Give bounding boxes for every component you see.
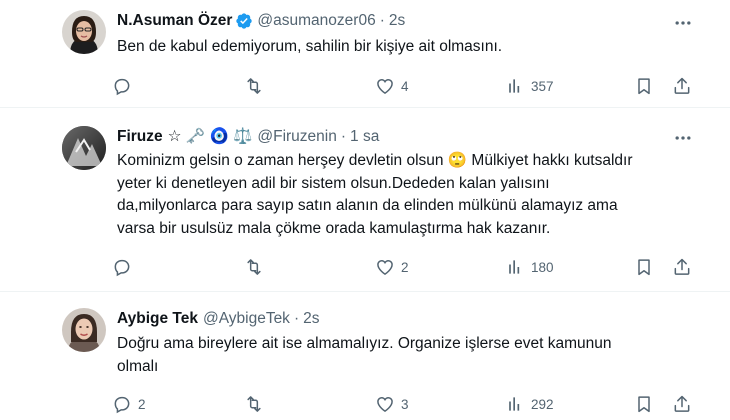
author-handle[interactable]: @Firuzenin xyxy=(257,128,336,146)
like-count: 4 xyxy=(401,78,409,94)
share-icon xyxy=(674,77,690,94)
tweet-text-line: Kominizm gelsin o zaman herşey devletin … xyxy=(117,152,633,169)
more-icon[interactable] xyxy=(672,12,694,34)
tweet-text-line: yeter ki denetleyen adil bir sistem olsu… xyxy=(117,174,550,192)
views-icon xyxy=(509,79,520,93)
views-button[interactable]: 292 xyxy=(505,392,554,416)
like-button[interactable]: 2 xyxy=(375,255,409,279)
share-icon xyxy=(674,395,690,412)
author-name[interactable]: Aybige Tek xyxy=(117,310,198,328)
like-button[interactable]: 3 xyxy=(375,392,409,416)
tweet-text-line: Ben de kabul edemiyorum, sahilin bir kiş… xyxy=(117,38,503,55)
bookmark-button[interactable] xyxy=(634,255,654,279)
reply-count: 2 xyxy=(138,396,146,412)
views-count: 292 xyxy=(531,396,554,412)
name-emojis: ☆ 🗝️ 🧿 ⚖️ xyxy=(167,128,253,145)
tweet-text: Doğru ama bireylere ait ise almamalıyız.… xyxy=(117,333,697,378)
more-icon[interactable] xyxy=(672,127,694,149)
tweet-2[interactable]: Firuze ☆ 🗝️ 🧿 ⚖️ @Firuzenin · 1 sa Komin… xyxy=(0,108,730,292)
retweet-icon xyxy=(247,259,261,275)
author-name[interactable]: Firuze xyxy=(117,128,163,146)
avatar[interactable] xyxy=(62,10,106,54)
share-icon xyxy=(674,258,690,275)
bookmark-icon xyxy=(638,396,650,413)
timestamp[interactable]: 2s xyxy=(303,310,319,328)
tweet-header: N.Asuman Özer @asumanozer06 · 2s xyxy=(117,12,405,30)
retweet-button[interactable] xyxy=(244,74,270,98)
tweet-actions: 4 357 xyxy=(112,74,697,98)
tweet-header: Firuze ☆ 🗝️ 🧿 ⚖️ @Firuzenin · 1 sa xyxy=(117,127,379,146)
retweet-icon xyxy=(247,78,261,94)
reply-icon xyxy=(114,396,130,414)
tweet-actions: 2 180 xyxy=(112,255,697,279)
like-button[interactable]: 4 xyxy=(375,74,409,98)
bookmark-button[interactable] xyxy=(634,392,654,416)
tweet-actions: 2 3 292 xyxy=(112,392,697,416)
author-name[interactable]: N.Asuman Özer xyxy=(117,12,232,30)
heart-icon xyxy=(377,259,393,275)
tweet-text-line: varsa bir usulsüz mala çökme orada kamul… xyxy=(117,219,551,237)
heart-icon xyxy=(377,396,393,412)
tweet-text-line: da,milyonlarca para sayıp satın alanın d… xyxy=(117,197,618,214)
like-count: 2 xyxy=(401,259,409,275)
retweet-button[interactable] xyxy=(244,392,270,416)
verified-badge-icon xyxy=(235,12,253,30)
views-icon xyxy=(509,397,520,411)
views-button[interactable]: 357 xyxy=(505,74,554,98)
reply-icon xyxy=(114,78,130,96)
bookmark-icon xyxy=(638,78,650,95)
avatar[interactable] xyxy=(62,308,106,352)
avatar[interactable] xyxy=(62,126,106,170)
tweet-text: Ben de kabul edemiyorum, sahilin bir kiş… xyxy=(117,36,697,59)
bookmark-button[interactable] xyxy=(634,74,654,98)
reply-button[interactable] xyxy=(112,74,138,98)
tweet-text-line: olmalı xyxy=(117,357,159,375)
bookmark-icon xyxy=(638,259,650,276)
timestamp[interactable]: 2s xyxy=(389,12,405,30)
like-count: 3 xyxy=(401,396,409,412)
reply-button[interactable] xyxy=(112,255,138,279)
reply-button[interactable]: 2 xyxy=(112,392,146,416)
views-icon xyxy=(509,260,520,274)
heart-icon xyxy=(377,78,393,94)
views-button[interactable]: 180 xyxy=(505,255,554,279)
retweet-icon xyxy=(247,396,261,412)
separator-dot: · xyxy=(340,127,347,145)
retweet-button[interactable] xyxy=(244,255,270,279)
share-button[interactable] xyxy=(672,255,692,279)
author-handle[interactable]: @AybigeTek xyxy=(203,310,290,328)
views-count: 357 xyxy=(531,78,554,94)
separator-dot: · xyxy=(379,12,385,29)
tweet-header: Aybige Tek @AybigeTek · 2s xyxy=(117,310,319,328)
timestamp[interactable]: 1 sa xyxy=(350,128,379,146)
views-count: 180 xyxy=(531,259,554,275)
share-button[interactable] xyxy=(672,392,692,416)
reply-icon xyxy=(114,259,130,277)
tweet-text-line: Doğru ama bireylere ait ise almamalıyız.… xyxy=(117,335,612,352)
tweet-1[interactable]: N.Asuman Özer @asumanozer06 · 2s Ben de … xyxy=(0,0,730,108)
author-handle[interactable]: @asumanozer06 xyxy=(257,12,375,30)
share-button[interactable] xyxy=(672,74,692,98)
tweet-text: Kominizm gelsin o zaman herşey devletin … xyxy=(117,150,697,240)
separator-dot: · xyxy=(293,310,300,327)
tweet-3[interactable]: Aybige Tek @AybigeTek · 2s Doğru ama bir… xyxy=(0,292,730,420)
